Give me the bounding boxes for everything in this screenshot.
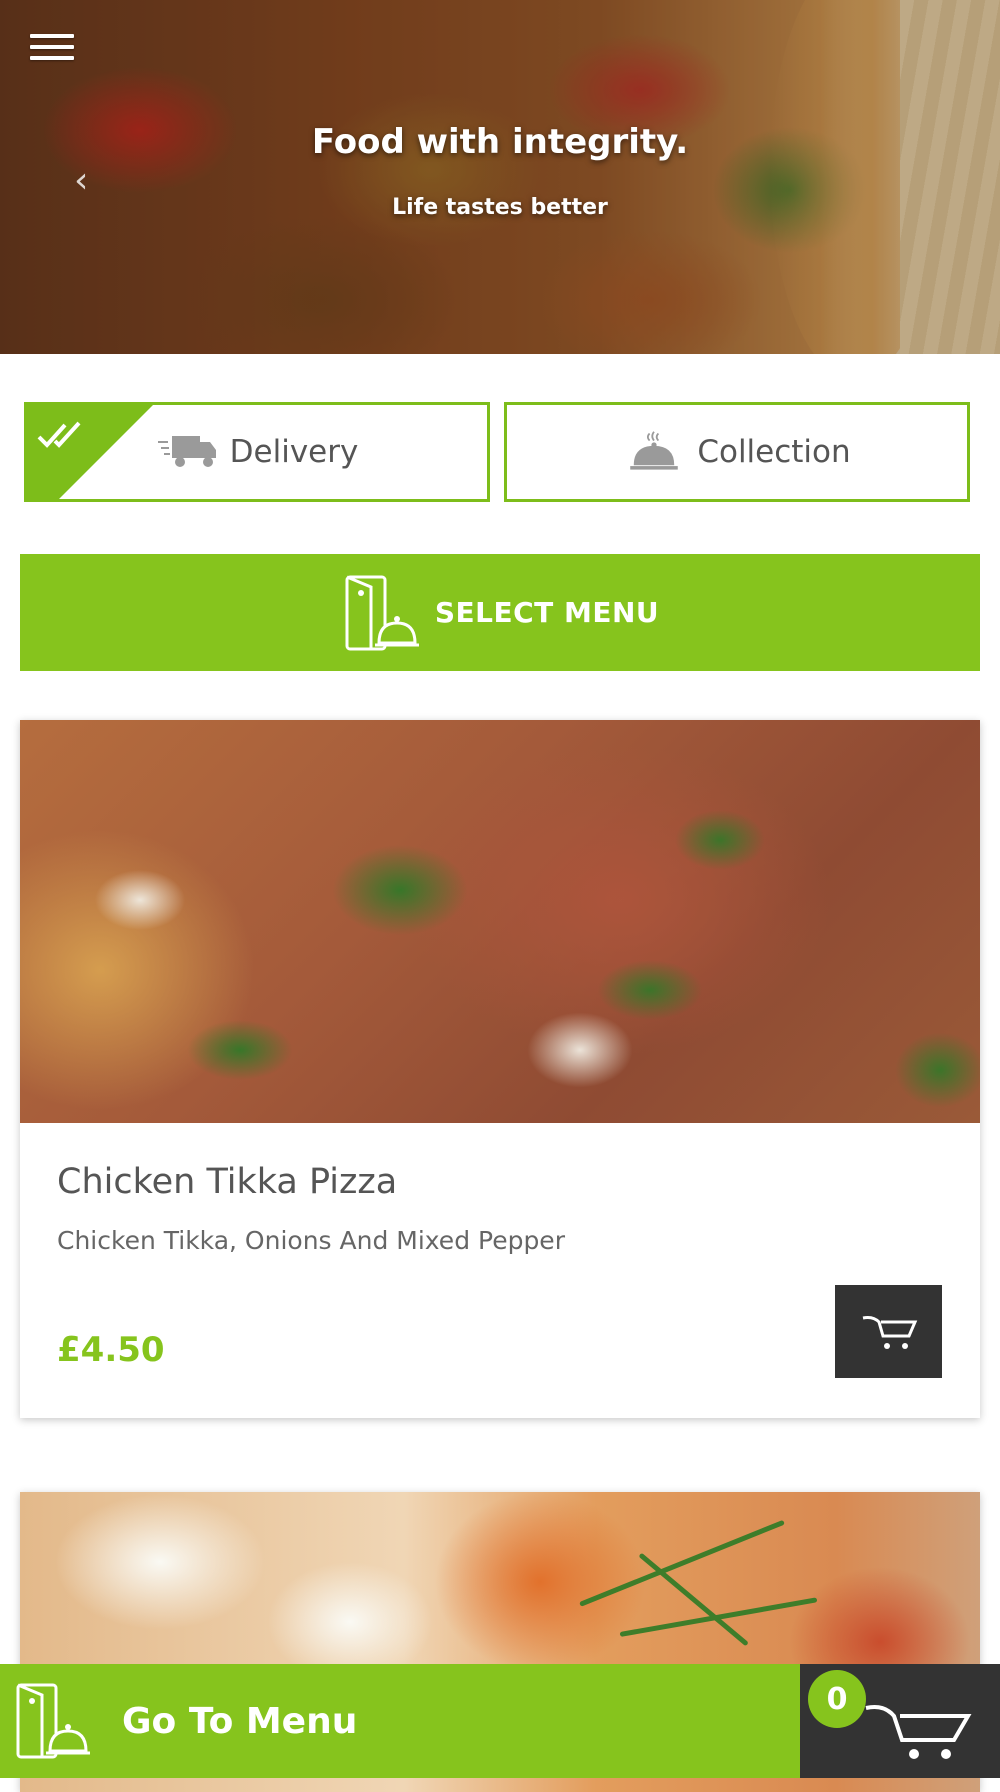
order-type-selector: Delivery Collection bbox=[24, 402, 976, 504]
go-to-menu-label: Go To Menu bbox=[122, 1700, 358, 1742]
product-description: Chicken Tikka, Onions And Mixed Pepper bbox=[57, 1226, 565, 1255]
cart-icon bbox=[862, 1315, 917, 1349]
hero-banner: ‹ Food with integrity. Life tastes bette… bbox=[0, 0, 1000, 354]
product-image bbox=[20, 720, 980, 1123]
menu-cloche-icon bbox=[16, 1683, 90, 1759]
double-check-icon bbox=[37, 421, 81, 448]
menu-cloche-icon bbox=[345, 575, 419, 650]
select-menu-button[interactable]: SELECT MENU bbox=[20, 554, 980, 671]
go-to-menu-button[interactable]: Go To Menu bbox=[0, 1664, 800, 1778]
collection-label: Collection bbox=[697, 434, 851, 470]
product-name: Chicken Tikka Pizza bbox=[57, 1162, 398, 1202]
delivery-truck-icon bbox=[157, 436, 216, 467]
select-menu-label: SELECT MENU bbox=[434, 596, 660, 629]
product-card: Chicken Tikka Pizza Chicken Tikka, Onion… bbox=[20, 720, 980, 1418]
add-to-cart-button[interactable] bbox=[835, 1285, 942, 1378]
delivery-button[interactable]: Delivery bbox=[24, 402, 490, 502]
product-price: £4.50 bbox=[57, 1330, 165, 1370]
cart-icon bbox=[865, 1705, 972, 1759]
cloche-icon bbox=[630, 431, 679, 470]
hero-title: Food with integrity. bbox=[311, 122, 689, 162]
hamburger-menu-icon[interactable] bbox=[30, 34, 74, 68]
bottom-bar: Go To Menu 0 bbox=[0, 1664, 1000, 1778]
hero-overlay bbox=[0, 0, 1000, 354]
hero-subtitle: Life tastes better bbox=[392, 195, 608, 220]
cart-count-badge: 0 bbox=[808, 1670, 866, 1728]
delivery-label: Delivery bbox=[229, 434, 359, 470]
cart-button[interactable]: 0 bbox=[800, 1664, 1000, 1778]
collection-button[interactable]: Collection bbox=[504, 402, 970, 502]
